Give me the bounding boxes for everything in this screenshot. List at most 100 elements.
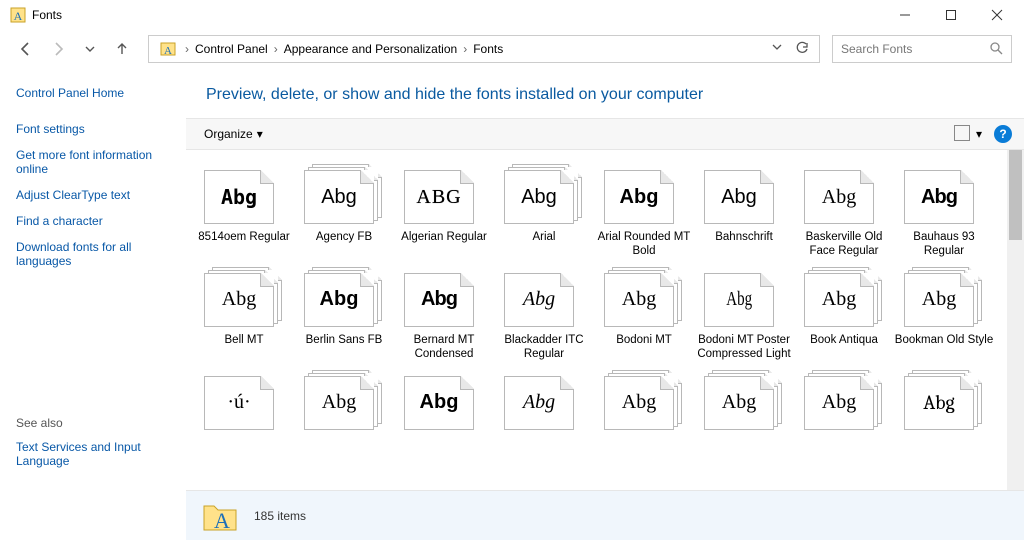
font-preview-icon: Abg <box>304 370 384 430</box>
font-item[interactable]: Abg Agency FB <box>294 164 394 259</box>
font-preview-icon: Abg <box>304 164 384 224</box>
font-item[interactable]: AbgBookman Old Style <box>894 267 994 362</box>
font-sample-glyph: Abg <box>721 186 757 209</box>
breadcrumb-item[interactable]: Appearance and Personalization <box>282 42 459 56</box>
close-button[interactable] <box>974 0 1020 30</box>
minimize-button[interactable] <box>882 0 928 30</box>
sidebar-link[interactable]: Font settings <box>16 122 170 136</box>
window-title: Fonts <box>32 8 62 22</box>
sidebar-seealso-link[interactable]: Text Services and Input Language <box>16 440 170 468</box>
dropdown-icon: ▾ <box>257 127 263 141</box>
font-item[interactable]: Abg Berlin Sans FB <box>294 267 394 362</box>
folder-icon: A <box>200 496 240 536</box>
font-item[interactable]: Abg Arial Rounded MT Bold <box>594 164 694 259</box>
font-item[interactable]: Abg8514oem Regular <box>194 164 294 259</box>
chevron-right-icon: › <box>185 42 189 56</box>
font-label: Agency FB <box>294 230 394 244</box>
organize-button[interactable]: Organize ▾ <box>198 123 269 145</box>
fonts-scroll-area[interactable]: Abg8514oem RegularAbgAgency FBABGAlgeria… <box>186 150 1024 490</box>
view-options-button[interactable] <box>954 125 970 144</box>
font-preview-icon: Abg <box>604 164 684 224</box>
seealso-header: See also <box>16 416 170 430</box>
font-preview-icon: Abg <box>504 164 584 224</box>
address-dropdown-icon[interactable] <box>771 41 783 58</box>
font-item[interactable]: Abg <box>694 370 794 436</box>
maximize-button[interactable] <box>928 0 974 30</box>
font-item[interactable]: Abg Bauhaus 93 Regular <box>894 164 994 259</box>
font-item[interactable]: Abg <box>894 370 994 436</box>
font-item[interactable]: AbgBernard MT Condensed <box>394 267 494 362</box>
font-sample-glyph: Abg <box>521 186 557 209</box>
search-input[interactable]: Search Fonts <box>832 35 1012 63</box>
breadcrumb-item[interactable]: Control Panel <box>193 42 270 56</box>
svg-text:A: A <box>14 9 23 23</box>
font-item[interactable]: ·ú· <box>194 370 294 436</box>
refresh-icon[interactable] <box>795 41 809 58</box>
font-preview-icon: Abg <box>804 370 884 430</box>
address-bar[interactable]: A › Control Panel › Appearance and Perso… <box>148 35 820 63</box>
location-folder-icon: A <box>159 40 177 58</box>
font-sample-glyph: Abg <box>421 288 457 311</box>
font-sample-glyph: ABG <box>416 186 461 209</box>
forward-button[interactable] <box>44 35 72 63</box>
scrollbar[interactable] <box>1007 150 1024 490</box>
font-item[interactable]: ABGAlgerian Regular <box>394 164 494 259</box>
font-sample-glyph: Abg <box>922 288 956 311</box>
up-button[interactable] <box>108 35 136 63</box>
font-label: Arial <box>494 230 594 244</box>
font-item[interactable]: AbgBell MT <box>194 267 294 362</box>
app-icon: A <box>10 7 26 23</box>
font-item[interactable]: Abg Baskerville Old Face Regular <box>794 164 894 259</box>
font-label: Berlin Sans FB <box>294 333 394 347</box>
font-preview-icon: Abg <box>204 267 284 327</box>
font-item[interactable]: Abg Arial <box>494 164 594 259</box>
font-item[interactable]: AbgBodoni MT Poster Compressed Light <box>694 267 794 362</box>
sidebar-link[interactable]: Adjust ClearType text <box>16 188 170 202</box>
sidebar-home[interactable]: Control Panel Home <box>16 86 170 100</box>
status-bar: A 185 items <box>186 490 1024 540</box>
font-preview-icon: Abg <box>804 267 884 327</box>
font-sample-glyph: Abg <box>822 186 856 209</box>
status-item-count: 185 items <box>254 509 306 523</box>
font-item[interactable]: AbgBook Antiqua <box>794 267 894 362</box>
fonts-grid: Abg8514oem RegularAbgAgency FBABGAlgeria… <box>186 150 1024 454</box>
breadcrumb-item[interactable]: Fonts <box>471 42 505 56</box>
chevron-right-icon: › <box>463 42 467 56</box>
view-dropdown-icon[interactable]: ▾ <box>976 127 982 141</box>
font-sample-glyph: Abg <box>722 391 756 414</box>
font-sample-glyph: Abg <box>221 185 257 209</box>
font-item[interactable]: Abg <box>594 370 694 436</box>
scrollbar-thumb[interactable] <box>1009 150 1022 240</box>
font-sample-glyph: Abg <box>320 288 359 311</box>
font-item[interactable]: Abg Blackadder ITC Regular <box>494 267 594 362</box>
font-item[interactable]: Abg <box>394 370 494 436</box>
help-icon[interactable]: ? <box>994 125 1012 143</box>
font-preview-icon: Abg <box>704 370 784 430</box>
font-label: Bauhaus 93 Regular <box>894 230 994 259</box>
back-button[interactable] <box>12 35 40 63</box>
font-sample-glyph: Abg <box>822 391 856 414</box>
toolbar: Organize ▾ ▾ ? <box>186 118 1024 150</box>
sidebar: Control Panel Home Font settings Get mor… <box>0 68 186 490</box>
sidebar-link[interactable]: Find a character <box>16 214 170 228</box>
font-sample-glyph: Abg <box>921 186 957 209</box>
sidebar-link[interactable]: Get more font information online <box>16 148 170 176</box>
font-preview-icon: ·ú· <box>204 370 284 430</box>
history-dropdown[interactable] <box>76 35 104 63</box>
font-sample-glyph: Abg <box>222 288 256 311</box>
font-item[interactable]: Abg <box>794 370 894 436</box>
page-heading: Preview, delete, or show and hide the fo… <box>186 68 1024 118</box>
font-sample-glyph: Abg <box>726 288 752 311</box>
font-item[interactable]: AbgBahnschrift <box>694 164 794 259</box>
font-label: Baskerville Old Face Regular <box>794 230 894 259</box>
font-preview-icon: Abg <box>204 164 284 224</box>
font-label: Arial Rounded MT Bold <box>594 230 694 259</box>
sidebar-link[interactable]: Download fonts for all languages <box>16 240 170 268</box>
font-preview-icon: Abg <box>504 267 584 327</box>
font-item[interactable]: AbgBodoni MT <box>594 267 694 362</box>
font-item[interactable]: Abg <box>294 370 394 436</box>
font-label: Blackadder ITC Regular <box>494 333 594 362</box>
font-sample-glyph: Abg <box>822 288 856 311</box>
font-preview-icon: ABG <box>404 164 484 224</box>
font-item[interactable]: Abg <box>494 370 594 436</box>
